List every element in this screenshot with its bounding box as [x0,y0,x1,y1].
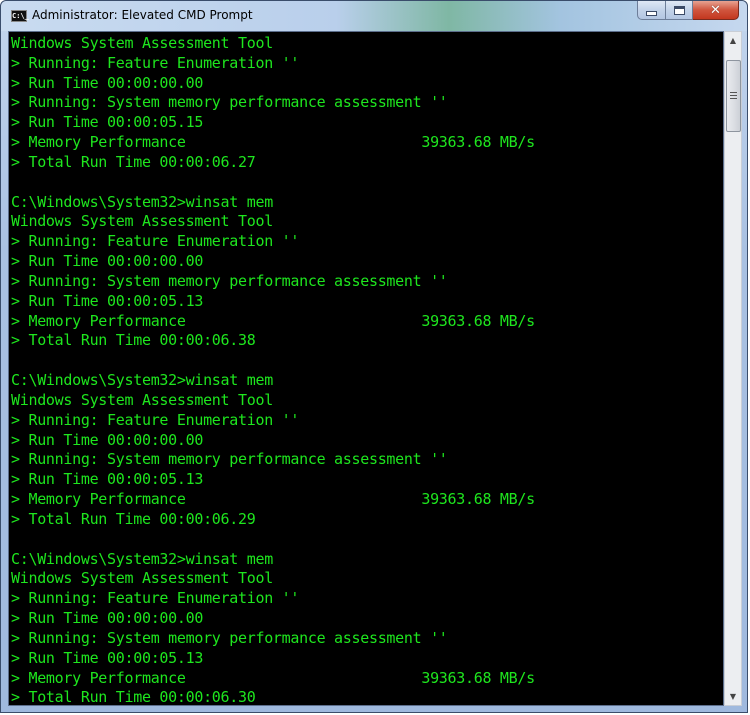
grip-line [730,98,737,99]
window-title: Administrator: Elevated CMD Prompt [32,8,253,22]
console-line: > Run Time 00:00:05.13 [11,470,204,489]
console-line: > Run Time 00:00:00.00 [11,252,204,271]
maximize-icon [673,5,685,15]
console-line: > Run Time 00:00:00.00 [11,430,204,449]
console-line: C:\Windows\System32>winsat mem [11,371,273,390]
console-line: > Running: System memory performance ass… [11,450,448,469]
arrow-down-icon: ▼ [729,692,737,701]
console-line: > Running: Feature Enumeration '' [11,53,300,72]
console-line: > Total Run Time 00:00:06.27 [11,152,256,171]
console-line: > Total Run Time 00:00:06.29 [11,509,256,528]
maximize-button[interactable] [666,1,693,20]
scroll-down-button[interactable]: ▼ [725,688,741,705]
console-line: Windows System Assessment Tool [11,390,273,409]
console-line: > Running: Feature Enumeration '' [11,232,300,251]
console-line: > Running: System memory performance ass… [11,628,448,647]
minimize-button[interactable] [637,1,666,20]
console-line: > Run Time 00:00:00.00 [11,73,204,92]
grip-line [730,95,737,96]
close-icon: ✕ [710,2,721,18]
console-line: > Running: Feature Enumeration '' [11,589,300,608]
close-button[interactable]: ✕ [693,1,739,20]
console-line: > Total Run Time 00:00:06.30 [11,688,256,706]
vertical-scrollbar[interactable]: ▲ ▼ [724,31,742,706]
scroll-up-button[interactable]: ▲ [725,32,741,49]
cmd-app-icon[interactable]: C:\_ [11,10,29,22]
console-output[interactable]: Windows System Assessment Tool > Running:… [8,31,724,706]
arrow-up-icon: ▲ [729,36,737,45]
console-line: > Run Time 00:00:00.00 [11,609,204,628]
cmd-window: C:\_ Administrator: Elevated CMD Prompt … [0,0,748,713]
caption-buttons: ✕ [637,1,739,22]
console-line: C:\Windows\System32>winsat mem [11,549,273,568]
console-line: > Memory Performance 39363.68 MB/s [11,311,535,330]
grip-line [730,92,737,93]
console-line: > Total Run Time 00:00:06.38 [11,331,256,350]
console-line: > Run Time 00:00:05.13 [11,291,204,310]
console-line: > Memory Performance 39363.68 MB/s [11,133,535,152]
console-line: Windows System Assessment Tool [11,212,273,231]
console-line: Windows System Assessment Tool [11,34,273,52]
console-line: > Running: System memory performance ass… [11,93,448,112]
console-lines: Windows System Assessment Tool > Running:… [11,34,535,706]
console-line: C:\Windows\System32>winsat mem [11,192,273,211]
title-bar[interactable]: C:\_ Administrator: Elevated CMD Prompt … [1,1,747,31]
console-line: > Running: System memory performance ass… [11,271,448,290]
console-line: > Run Time 00:00:05.13 [11,648,204,667]
console-line: > Memory Performance 39363.68 MB/s [11,490,535,509]
console-line: > Memory Performance 39363.68 MB/s [11,668,535,687]
console-line: Windows System Assessment Tool [11,569,273,588]
console-line: > Running: Feature Enumeration '' [11,410,300,429]
console-line: > Run Time 00:00:05.15 [11,113,204,132]
scrollbar-thumb[interactable] [726,60,741,132]
minimize-icon [646,10,657,16]
